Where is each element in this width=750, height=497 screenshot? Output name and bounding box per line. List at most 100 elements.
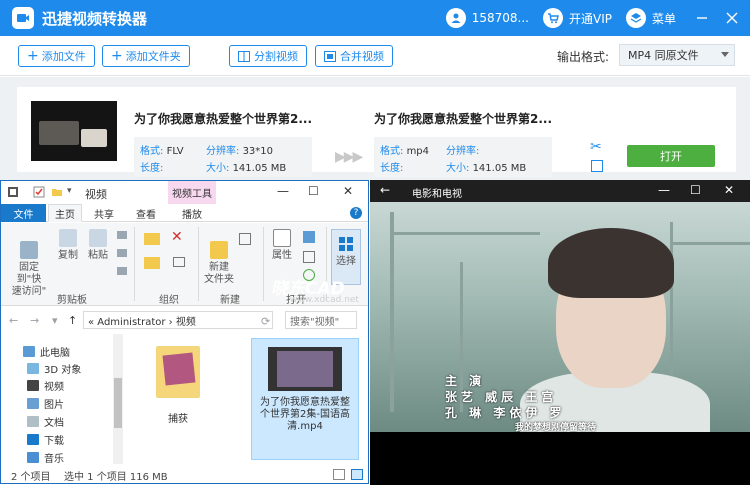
source-format: FLV bbox=[166, 146, 184, 157]
video-tools-tab[interactable]: 视频工具 bbox=[168, 181, 216, 204]
add-file-button[interactable]: + 添加文件 bbox=[18, 45, 95, 67]
sidebar-item-documents[interactable]: 文档 bbox=[27, 414, 64, 429]
music-icon bbox=[27, 452, 39, 463]
close-button[interactable] bbox=[720, 6, 744, 30]
open-icon[interactable] bbox=[303, 231, 315, 243]
video-file-icon bbox=[268, 347, 342, 391]
open-button[interactable]: 打开 bbox=[627, 145, 715, 167]
copy-to-icon[interactable] bbox=[144, 257, 160, 269]
forward-arrow-icon[interactable]: → bbox=[30, 314, 39, 327]
minimize-button[interactable]: — bbox=[277, 184, 289, 198]
output-format-value: MP4 同原文件 bbox=[628, 49, 699, 62]
merge-video-button[interactable]: 合并视频 bbox=[315, 45, 393, 67]
size-label: 大小: bbox=[446, 163, 470, 174]
tab-home[interactable]: 主页 bbox=[48, 204, 82, 222]
output-format-select[interactable]: MP4 同原文件 bbox=[619, 44, 735, 66]
minimize-button[interactable]: — bbox=[658, 183, 670, 197]
target-size: 141.05 MB bbox=[472, 163, 527, 174]
window-icon bbox=[8, 187, 18, 197]
sidebar-item-pictures[interactable]: 图片 bbox=[27, 396, 64, 411]
tab-play[interactable]: 播放 bbox=[168, 204, 216, 222]
new-folder-button[interactable]: 新建 文件夹 bbox=[203, 229, 235, 286]
large-icons-view-icon[interactable] bbox=[351, 469, 363, 480]
sidebar-item-music[interactable]: 音乐 bbox=[27, 450, 64, 465]
minimize-button[interactable] bbox=[690, 6, 714, 30]
history-dropdown-icon[interactable]: ▾ bbox=[52, 314, 58, 327]
sidebar-label: 图片 bbox=[44, 400, 64, 411]
download-icon bbox=[27, 434, 39, 445]
copy-path-icon[interactable] bbox=[117, 249, 127, 257]
explorer-window: ▾ 视频 视频工具 — ☐ ✕ 文件 主页 共享 查看 播放 ? 固定到"快 速… bbox=[0, 180, 369, 484]
new-item-icon[interactable] bbox=[239, 233, 251, 245]
add-folder-button[interactable]: + 添加文件夹 bbox=[102, 45, 190, 67]
sidebar-item-3d-objects[interactable]: 3D 对象 bbox=[27, 361, 81, 376]
address-bar[interactable]: « Administrator › 视频 bbox=[83, 311, 273, 329]
cart-icon bbox=[542, 8, 563, 28]
merge-icon bbox=[324, 50, 336, 62]
help-icon[interactable]: ? bbox=[350, 207, 362, 219]
up-arrow-icon[interactable]: ↑ bbox=[68, 314, 77, 327]
folder-item-capture[interactable]: 捕获 bbox=[148, 346, 208, 426]
paste-icon bbox=[89, 229, 107, 247]
file-view: 捕获 为了你我愿意热爱整个世界第2集-国语高清.mp4 bbox=[123, 334, 368, 464]
pin-label: 固定到"快 速访问" bbox=[11, 262, 47, 297]
user-id: 158708... bbox=[471, 11, 529, 25]
back-arrow-icon[interactable]: ← bbox=[9, 314, 18, 327]
scissors-icon[interactable]: ✂ bbox=[590, 139, 602, 155]
folder-icon bbox=[156, 346, 200, 398]
sidebar-item-downloads[interactable]: 下载 bbox=[27, 432, 64, 447]
video-frame[interactable]: 主 演 张艺 威辰 王宫 孔 琳 李依伊 罗 我的梦想刚停留等待 bbox=[370, 202, 750, 432]
tab-file[interactable]: 文件 bbox=[1, 204, 46, 222]
edit-icon[interactable] bbox=[303, 251, 315, 263]
file-item: 为了你我愿意热爱整个世界第2... 格式: FLV 长度: 分辨率: 33*10… bbox=[17, 87, 736, 177]
copy-button[interactable]: 复制 bbox=[55, 229, 81, 262]
tab-view[interactable]: 查看 bbox=[129, 204, 163, 222]
resolution-label: 分辨率: bbox=[206, 146, 240, 157]
navigation-pane: 此电脑 3D 对象 视频 图片 文档 下载 音乐 bbox=[1, 334, 113, 465]
sidebar-item-videos[interactable]: 视频 bbox=[27, 378, 64, 393]
vip-label: 开通VIP bbox=[568, 11, 612, 26]
source-size: 141.05 MB bbox=[232, 163, 287, 174]
split-video-button[interactable]: 分割视频 bbox=[229, 45, 307, 67]
properties-check-icon[interactable] bbox=[33, 186, 45, 198]
app-titlebar: 迅捷视频转换器 158708... 开通VIP 菜单 bbox=[0, 0, 750, 36]
close-button[interactable]: ✕ bbox=[724, 183, 734, 197]
sidebar-label: 下载 bbox=[44, 436, 64, 447]
computer-icon bbox=[23, 346, 35, 357]
details-view-icon[interactable] bbox=[333, 469, 345, 480]
back-arrow-icon[interactable]: ← bbox=[380, 183, 390, 197]
edit-icon[interactable] bbox=[591, 160, 603, 172]
sidebar-item-this-pc[interactable]: 此电脑 bbox=[23, 344, 70, 359]
paste-shortcut-icon[interactable] bbox=[117, 267, 127, 275]
vip-button[interactable]: 开通VIP bbox=[542, 8, 612, 28]
app-logo-icon bbox=[12, 7, 34, 29]
delete-icon[interactable]: ✕ bbox=[171, 229, 183, 245]
rename-icon[interactable] bbox=[173, 257, 185, 267]
refresh-icon[interactable]: ⟳ bbox=[261, 315, 270, 328]
search-input[interactable]: 搜索"视频" bbox=[285, 311, 357, 329]
maximize-button[interactable]: ☐ bbox=[690, 183, 701, 197]
credit-line: 主 演 bbox=[445, 374, 486, 388]
tab-share[interactable]: 共享 bbox=[87, 204, 121, 222]
user-account[interactable]: 158708... bbox=[445, 8, 529, 28]
copy-label: 复制 bbox=[58, 250, 78, 261]
close-button[interactable]: ✕ bbox=[343, 184, 353, 198]
pin-quick-access-button[interactable]: 固定到"快 速访问" bbox=[7, 229, 51, 298]
pictures-icon bbox=[27, 398, 39, 409]
pin-icon bbox=[20, 241, 38, 259]
split-video-label: 分割视频 bbox=[254, 50, 298, 63]
paste-label: 粘贴 bbox=[88, 250, 108, 261]
source-file-name: 为了你我愿意热爱整个世界第2... bbox=[134, 112, 313, 126]
properties-button[interactable]: 属性 bbox=[269, 229, 295, 262]
duration-label: 长度: bbox=[140, 163, 164, 174]
qa-dropdown-icon[interactable]: ▾ bbox=[67, 186, 79, 198]
file-item-video[interactable]: 为了你我愿意热爱整个世界第2集-国语高清.mp4 bbox=[251, 338, 359, 460]
sidebar-scrollbar[interactable] bbox=[113, 334, 123, 464]
add-folder-label: 添加文件夹 bbox=[125, 50, 181, 63]
cut-icon[interactable] bbox=[117, 231, 127, 239]
maximize-button[interactable]: ☐ bbox=[308, 184, 319, 198]
new-folder-qa-icon[interactable] bbox=[51, 186, 63, 198]
move-to-icon[interactable] bbox=[144, 233, 160, 245]
paste-button[interactable]: 粘贴 bbox=[85, 229, 111, 262]
menu-button[interactable]: 菜单 bbox=[625, 8, 676, 28]
